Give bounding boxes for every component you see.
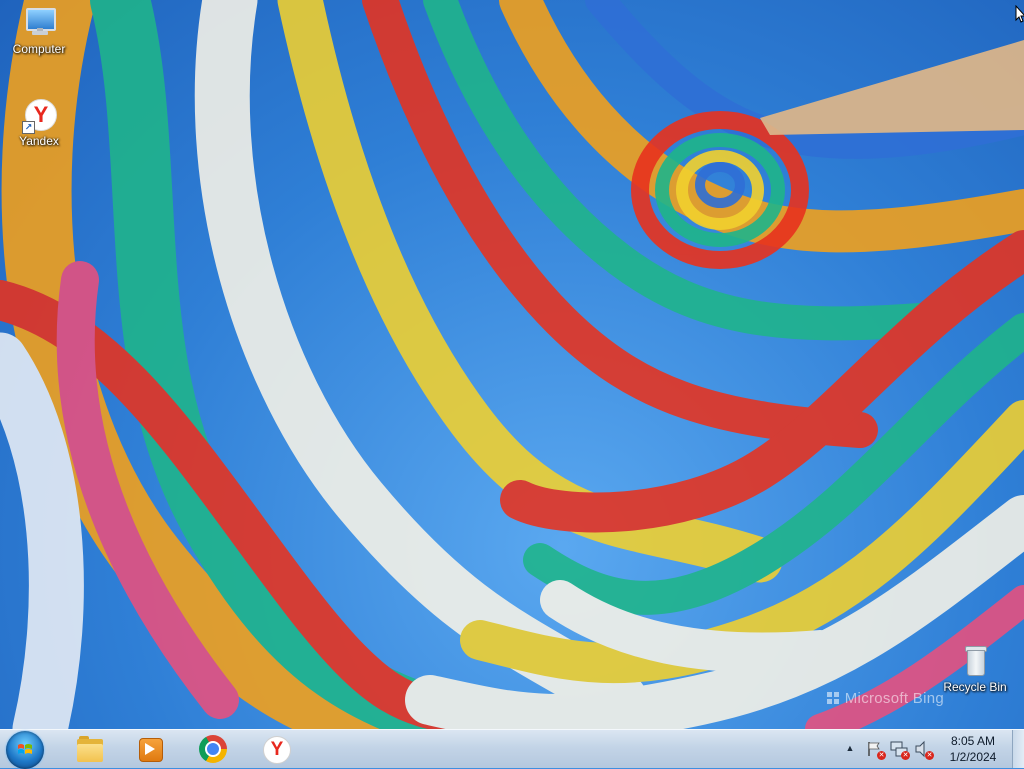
start-button[interactable] (6, 731, 44, 769)
desktop-icon-label: Recycle Bin (943, 680, 1007, 694)
yandex-icon: Y ↗ (22, 98, 57, 134)
media-player-icon (136, 735, 164, 763)
mouse-cursor-icon (1015, 5, 1024, 23)
taskbar-explorer-button[interactable] (62, 732, 116, 767)
watermark-text: Microsoft Bing (844, 690, 944, 707)
windows-start-icon (18, 744, 32, 754)
volume-muted-icon[interactable]: ✕ (914, 740, 934, 760)
desktop-icon-recycle-bin[interactable]: Recycle Bin (938, 644, 1012, 694)
network-icon[interactable]: ✕ (890, 740, 910, 760)
chevron-up-icon[interactable]: ▲ (845, 743, 855, 753)
desktop-icon-yandex[interactable]: Y ↗ Yandex (2, 98, 76, 148)
taskbar-clock[interactable]: 8:05 AM 1/2/2024 (937, 733, 1009, 765)
desktop-icon-computer[interactable]: Computer (2, 6, 76, 56)
taskbar-yandex-button[interactable]: Y (248, 732, 302, 767)
desktop-icon-label: Computer (12, 42, 66, 56)
shortcut-arrow-icon: ↗ (22, 121, 35, 134)
taskbar: Y ▲ ✕ ✕ ✕ 8:05 AM 1/2/2024 (0, 729, 1024, 769)
show-desktop-button[interactable] (1012, 730, 1024, 768)
folder-icon (76, 735, 104, 763)
taskbar-chrome-button[interactable] (185, 732, 239, 767)
microsoft-logo-icon (826, 692, 839, 704)
desktop-wallpaper: Microsoft Bing (0, 0, 1024, 729)
taskbar-media-player-button[interactable] (122, 732, 176, 767)
yandex-browser-icon: Y (262, 735, 291, 764)
bing-watermark: Microsoft Bing (826, 690, 944, 707)
action-center-flag-icon[interactable]: ✕ (866, 740, 886, 760)
clock-date: 1/2/2024 (949, 750, 997, 764)
wallpaper-flags-art (0, 0, 1024, 729)
recycle-bin-icon (958, 644, 992, 678)
desktop-icon-label: Yandex (19, 134, 59, 148)
clock-time: 8:05 AM (950, 734, 996, 748)
computer-icon (22, 6, 56, 40)
chrome-icon (199, 735, 227, 763)
